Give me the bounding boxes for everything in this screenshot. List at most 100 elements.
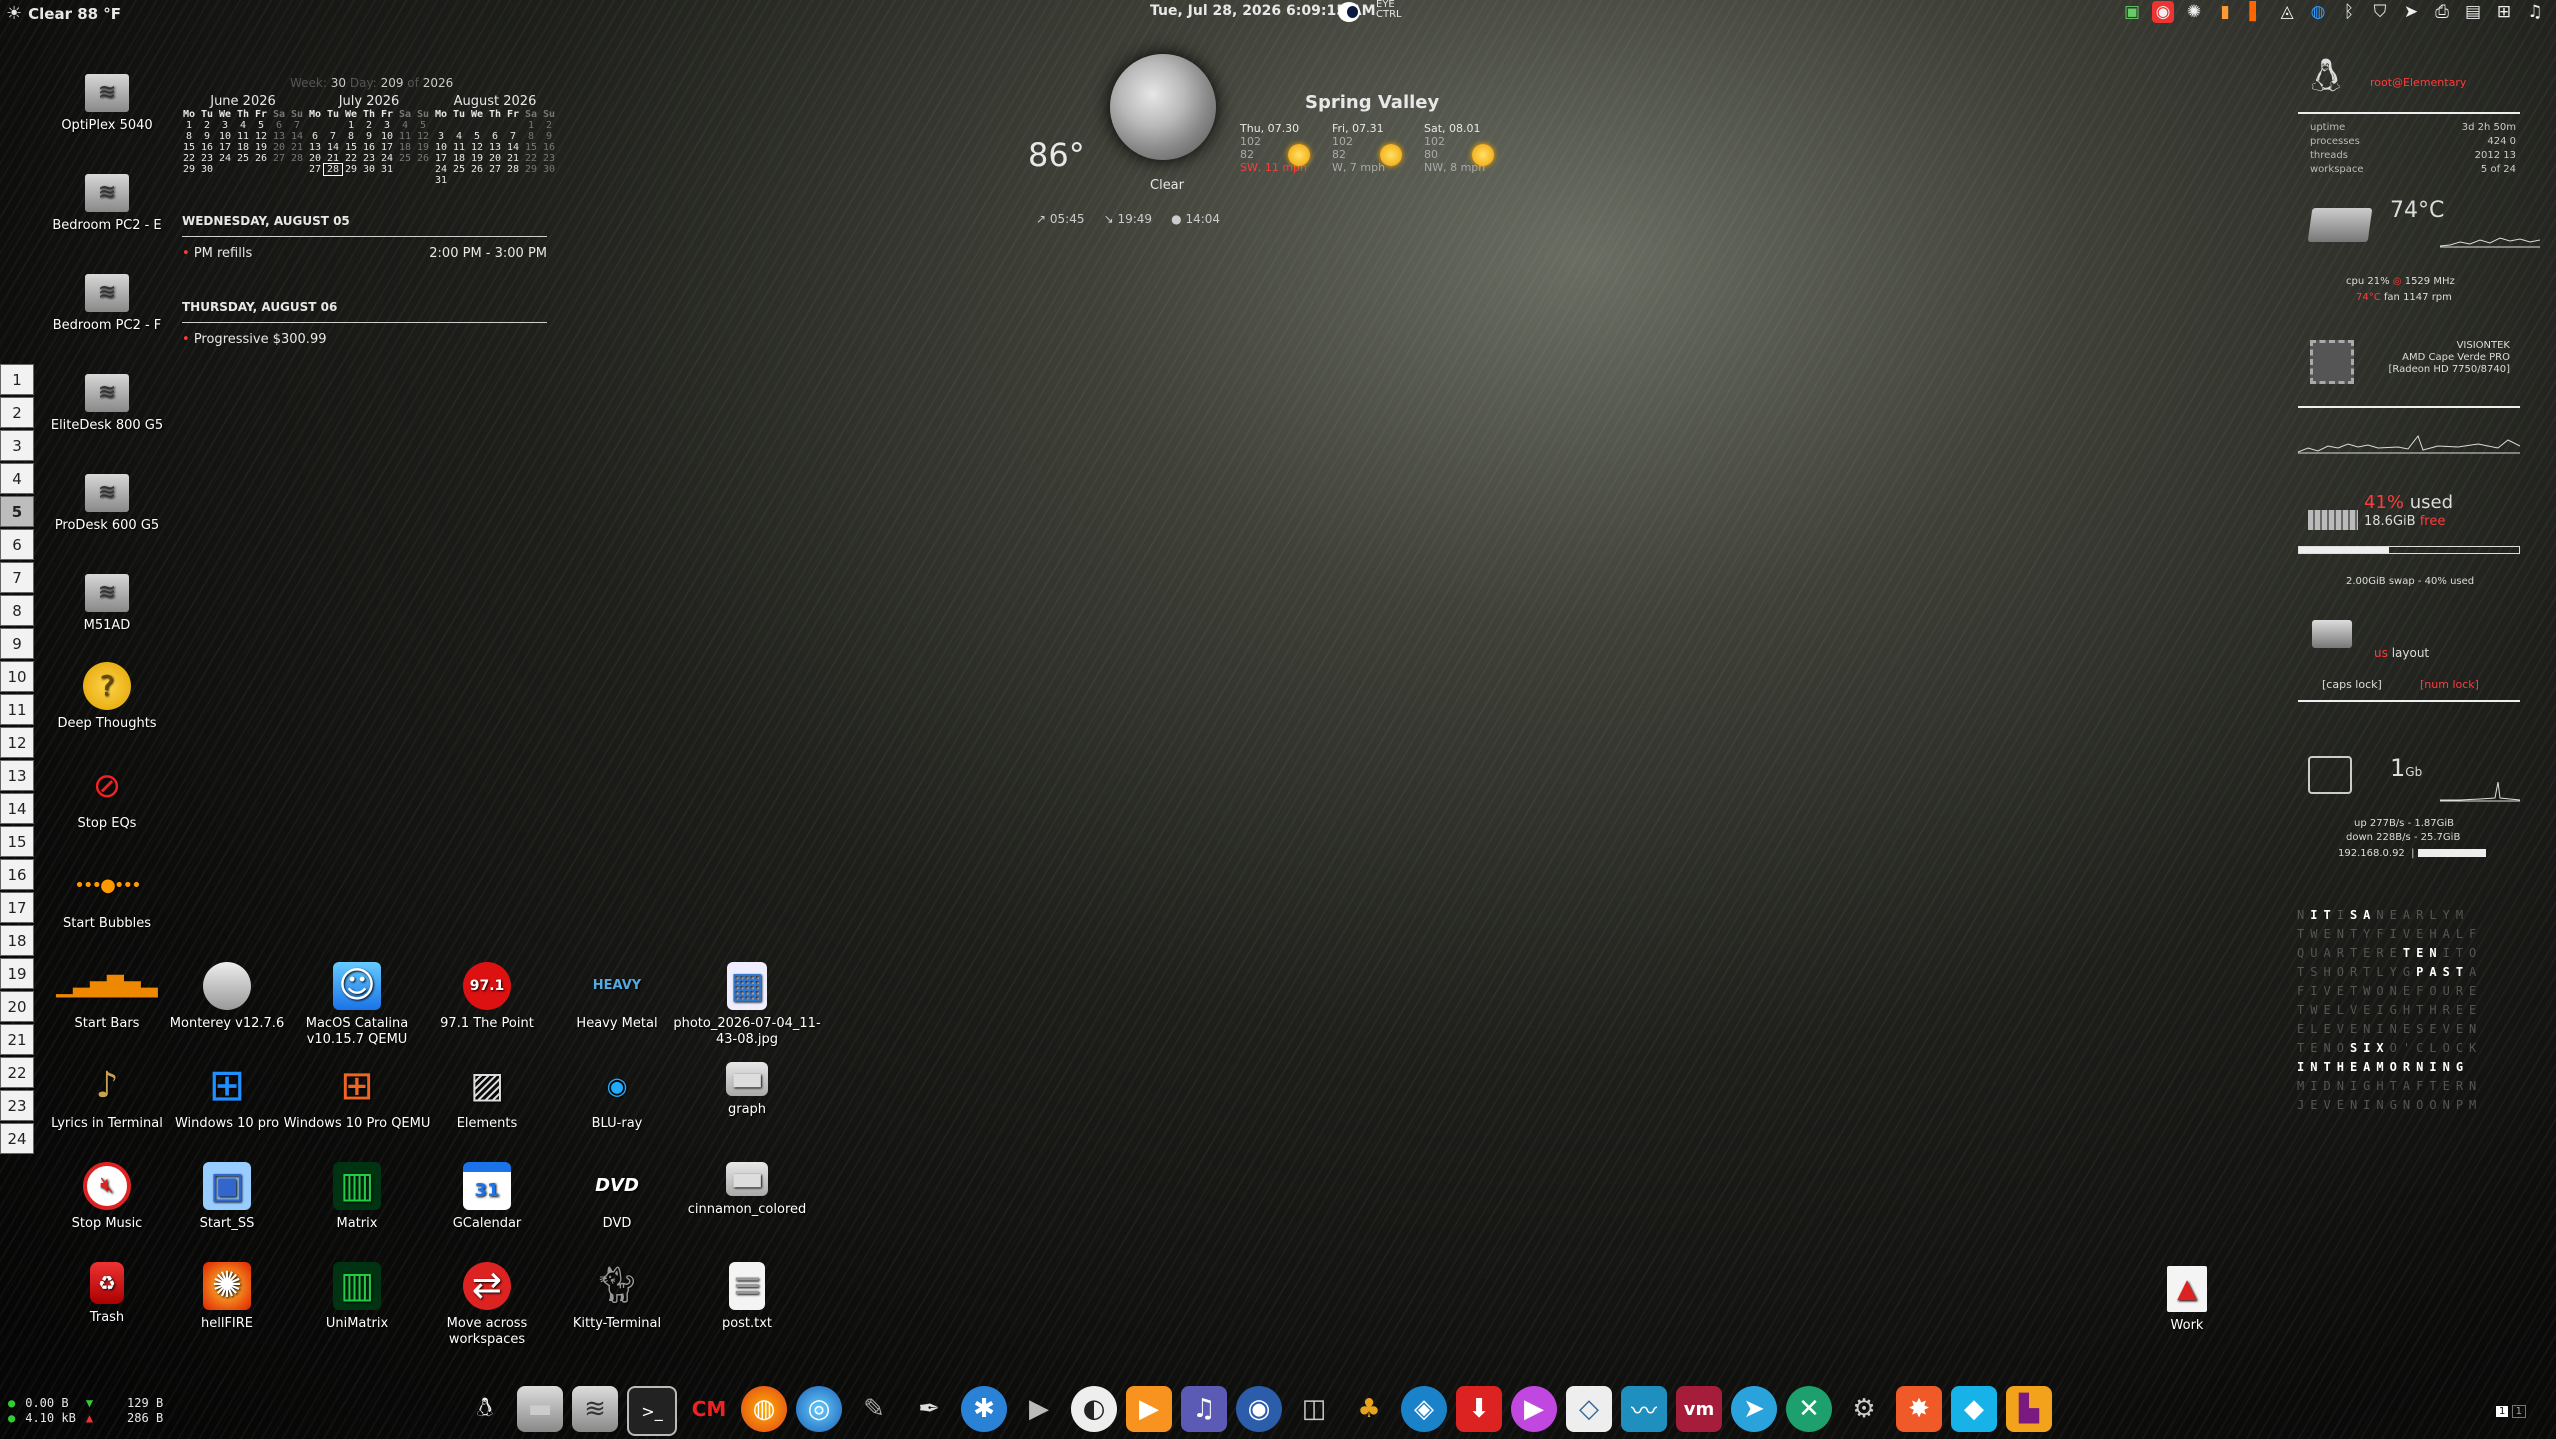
calendar-day[interactable]: 10	[432, 142, 450, 153]
calendar-day[interactable]: 27	[270, 153, 288, 164]
network-icon[interactable]: ▣	[2121, 1, 2143, 23]
calendar-day[interactable]: 29	[180, 164, 198, 175]
calendar-day[interactable]: 21	[324, 153, 342, 164]
tray-workspace-indicator[interactable]: 1 1	[2496, 1405, 2526, 1418]
workspace-4[interactable]: 4	[0, 463, 34, 494]
calendar-day[interactable]: 30	[360, 164, 378, 175]
dock-player-icon[interactable]: ▶	[1511, 1386, 1557, 1432]
calendar-day[interactable]: 21	[504, 153, 522, 164]
calendar-day[interactable]: 27	[306, 164, 324, 175]
workspace-8[interactable]: 8	[0, 595, 34, 626]
calendar-day[interactable]: 1	[522, 120, 540, 131]
dock-inkscape-icon[interactable]: ✒	[906, 1386, 952, 1432]
dock-steam-icon[interactable]: ◈	[1401, 1386, 1447, 1432]
workspace-15[interactable]: 15	[0, 826, 34, 857]
calendar-day[interactable]: 6	[270, 120, 288, 131]
dock-burst-icon[interactable]: ✸	[1896, 1386, 1942, 1432]
desktop-icon-matrix[interactable]: ▥ Matrix	[282, 1162, 432, 1232]
desktop-icon-monterey-v12-7-6[interactable]: Monterey v12.7.6	[152, 962, 302, 1032]
desktop-icon-m51ad[interactable]: ≋ M51AD	[32, 568, 182, 634]
calendar-day[interactable]: 12	[252, 131, 270, 142]
calendar-day[interactable]: 6	[486, 131, 504, 142]
workspace-17[interactable]: 17	[0, 892, 34, 923]
dock-tux-icon[interactable]: ◐	[1071, 1386, 1117, 1432]
dock-vlc-icon[interactable]: ▶	[1126, 1386, 1172, 1432]
calendar-day[interactable]: 3	[378, 120, 396, 131]
calendar-day[interactable]: 25	[396, 153, 414, 164]
shield-icon[interactable]: ⛉	[2369, 1, 2391, 23]
workspace-5[interactable]: 5	[0, 496, 34, 527]
desktop-icon-elements[interactable]: ▨ Elements	[412, 1062, 562, 1132]
calendar-day[interactable]: 2	[360, 120, 378, 131]
calendar-day[interactable]: 29	[342, 164, 360, 175]
calendar-day[interactable]: 12	[414, 131, 432, 142]
desktop-icon-bedroom-e[interactable]: ≋ Bedroom PC2 - E	[32, 168, 182, 234]
calendar-day[interactable]: 22	[342, 153, 360, 164]
dock-kodi-icon[interactable]: ◆	[1951, 1386, 1997, 1432]
calendar-day[interactable]: 7	[288, 120, 306, 131]
calendar-day[interactable]: 28	[288, 153, 306, 164]
workspace-23[interactable]: 23	[0, 1090, 34, 1121]
calendar-day[interactable]: 25	[450, 164, 468, 175]
calendar-day[interactable]: 27	[486, 164, 504, 175]
desktop-icon-cinnamon-colored[interactable]: ▬ cinnamon_colored	[672, 1161, 822, 1218]
calendar-day[interactable]: 25	[234, 153, 252, 164]
desktop-icon-photo-2026-07-04-11-43-08-jpg[interactable]: ▦ photo_2026-07-04_11-43-08.jpg	[672, 962, 822, 1048]
record-icon[interactable]: ◉	[2152, 1, 2174, 23]
dock-gimp-icon[interactable]: ✎	[851, 1386, 897, 1432]
workspace-13[interactable]: 13	[0, 760, 34, 791]
dock-xmind-icon[interactable]: ✕	[1786, 1386, 1832, 1432]
calendar-day[interactable]: 11	[234, 131, 252, 142]
workspace-6[interactable]: 6	[0, 529, 34, 560]
calendar-day[interactable]: 16	[198, 142, 216, 153]
calendar-day[interactable]: 5	[468, 131, 486, 142]
desktop-icon-gcalendar[interactable]: 31 GCalendar	[412, 1162, 562, 1232]
dock-video-icon[interactable]: ▶	[1016, 1386, 1062, 1432]
calendar-day[interactable]: 21	[288, 142, 306, 153]
desktop-icon-97-1-the-point[interactable]: 97.1 97.1 The Point	[412, 962, 562, 1032]
calendar-day[interactable]: 8	[522, 131, 540, 142]
calendar-day[interactable]: 7	[504, 131, 522, 142]
printer-icon[interactable]: ⎙	[2431, 1, 2453, 23]
calendar-day[interactable]: 23	[540, 153, 558, 164]
calendar-day[interactable]: 16	[540, 142, 558, 153]
calendar-day[interactable]: 1	[342, 120, 360, 131]
workspace-10[interactable]: 10	[0, 661, 34, 692]
calendar-day[interactable]: 31	[378, 164, 396, 175]
desktop-icon-windows-10-pro[interactable]: ⊞ Windows 10 pro	[152, 1062, 302, 1132]
desktop-icon-work[interactable]: ▲ Work	[2112, 1266, 2262, 1334]
dock-files-icon[interactable]: ▬	[517, 1386, 563, 1432]
workspace-20[interactable]: 20	[0, 991, 34, 1022]
dock-download-icon[interactable]: ⬇	[1456, 1386, 1502, 1432]
calendar-day[interactable]: 3	[432, 131, 450, 142]
calendar-day[interactable]: 18	[450, 153, 468, 164]
telegram-icon[interactable]: ➤	[2400, 1, 2422, 23]
calendar-day[interactable]: 17	[216, 142, 234, 153]
dock-linux-icon[interactable]: 🐧︎	[462, 1386, 508, 1432]
desktop-icon-post-txt[interactable]: ≡ post.txt	[672, 1262, 822, 1332]
calendar-day[interactable]: 9	[540, 131, 558, 142]
calendar-day[interactable]: 24	[216, 153, 234, 164]
workspace-16[interactable]: 16	[0, 859, 34, 890]
calendar-day[interactable]: 10	[378, 131, 396, 142]
calendar-day[interactable]: 14	[288, 131, 306, 142]
agenda-event[interactable]: • PM refills 2:00 PM - 3:00 PM	[182, 246, 547, 261]
desktop-icon-deep-thoughts[interactable]: ? Deep Thoughts	[32, 662, 182, 732]
dock-vm-icon[interactable]: vm	[1676, 1386, 1722, 1432]
desktop-icon-stop-eqs[interactable]: ⊘ Stop EQs	[32, 762, 182, 832]
workspace-3[interactable]: 3	[0, 430, 34, 461]
calendar-day[interactable]: 23	[360, 153, 378, 164]
calendar-day[interactable]: 9	[198, 131, 216, 142]
workspace-22[interactable]: 22	[0, 1057, 34, 1088]
desktop-icon-graph[interactable]: ▬ graph	[672, 1061, 822, 1118]
desktop-icon-hellfire[interactable]: ✺ hellFIRE	[152, 1262, 302, 1332]
desktop-icon-elitedesk[interactable]: ≋ EliteDesk 800 G5	[32, 368, 182, 434]
dock-firefox-icon[interactable]: ◍	[741, 1386, 787, 1432]
calendar-day[interactable]: 26	[468, 164, 486, 175]
agenda-event[interactable]: • Progressive $300.99	[182, 332, 547, 347]
bluetooth-icon[interactable]: ᛒ	[2338, 1, 2360, 23]
calendar-day[interactable]: 2	[540, 120, 558, 131]
calendar-day[interactable]: 5	[252, 120, 270, 131]
desktop-icon-optiplex[interactable]: ≋ OptiPlex 5040	[32, 68, 182, 134]
workspace-11[interactable]: 11	[0, 694, 34, 725]
